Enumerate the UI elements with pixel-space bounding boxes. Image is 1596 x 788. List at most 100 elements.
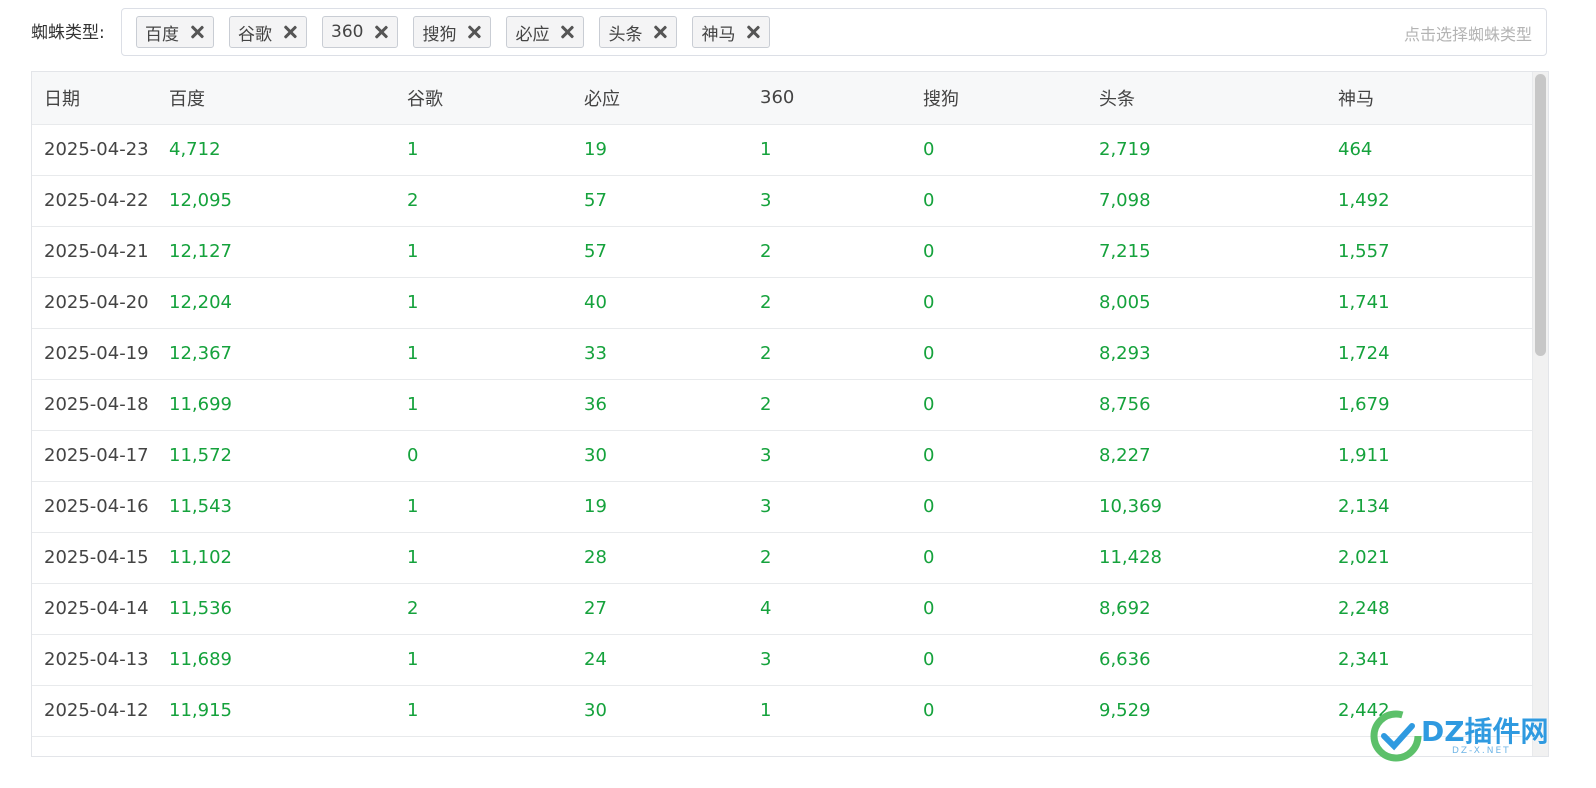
- table-header-row: 日期 百度 谷歌 必应 360 搜狗 头条 神马: [32, 72, 1534, 125]
- count-cell: 2: [748, 328, 911, 380]
- count-cell: 1,679: [1326, 379, 1534, 431]
- count-cell: 28: [572, 532, 748, 584]
- table-row: 2025-04-23 4,712 1 19 1 0 2,719 464: [32, 124, 1534, 176]
- count-cell: 1: [395, 226, 572, 278]
- count-cell: 0: [911, 634, 1087, 686]
- scrollbar[interactable]: [1532, 72, 1548, 756]
- count-cell: 7,215: [1087, 226, 1326, 278]
- close-icon[interactable]: [559, 24, 575, 40]
- count-cell: 1: [395, 328, 572, 380]
- watermark-subtext: DZ-X.NET: [1452, 746, 1511, 756]
- close-icon[interactable]: [282, 24, 298, 40]
- count-cell: 0: [911, 226, 1087, 278]
- count-cell: 10,369: [1087, 481, 1326, 533]
- count-cell: 6,636: [1087, 634, 1326, 686]
- table-row: 2025-04-14 11,536 2 27 4 0 8,692 2,248: [32, 583, 1534, 635]
- watermark-logo-icon: [1370, 710, 1422, 762]
- count-cell: 1: [395, 124, 572, 176]
- count-cell: 11,536: [157, 583, 395, 635]
- table-body: 2025-04-23 4,712 1 19 1 0 2,719 464 2025-04-22 12…: [32, 124, 1534, 737]
- count-cell: 11,543: [157, 481, 395, 533]
- count-cell: 57: [572, 226, 748, 278]
- scrollbar-thumb[interactable]: [1535, 74, 1546, 356]
- count-cell: 0: [395, 430, 572, 482]
- date-cell: 2025-04-20: [32, 277, 157, 329]
- table-row: 2025-04-12 11,915 1 30 1 0 9,529 2,442: [32, 685, 1534, 737]
- count-cell: 2: [748, 532, 911, 584]
- count-cell: 40: [572, 277, 748, 329]
- column-header: 谷歌: [395, 72, 572, 125]
- count-cell: 11,572: [157, 430, 395, 482]
- count-cell: 12,127: [157, 226, 395, 278]
- tag-label: 搜狗: [422, 24, 457, 45]
- count-cell: 8,756: [1087, 379, 1326, 431]
- count-cell: 12,095: [157, 175, 395, 227]
- date-cell: 2025-04-16: [32, 481, 157, 533]
- close-icon[interactable]: [466, 24, 482, 40]
- table-row: 2025-04-22 12,095 2 57 3 0 7,098 1,492: [32, 175, 1534, 227]
- watermark-text: DZ插件网: [1421, 715, 1549, 748]
- count-cell: 1,492: [1326, 175, 1534, 227]
- count-cell: 12,367: [157, 328, 395, 380]
- spider-stats-table: 日期 百度 谷歌 必应 360 搜狗 头条 神马 2025-04-23 4,712 1 19 1 0 2,…: [31, 71, 1549, 757]
- close-icon[interactable]: [373, 24, 389, 40]
- count-cell: 11,102: [157, 532, 395, 584]
- close-icon[interactable]: [745, 24, 761, 40]
- table-row: 2025-04-16 11,543 1 19 3 0 10,369 2,134: [32, 481, 1534, 533]
- count-cell: 11,915: [157, 685, 395, 737]
- count-cell: 3: [748, 634, 911, 686]
- table-row: 2025-04-19 12,367 1 33 2 0 8,293 1,724: [32, 328, 1534, 380]
- date-cell: 2025-04-23: [32, 124, 157, 176]
- close-icon[interactable]: [189, 24, 205, 40]
- tag-bing: 必应: [506, 16, 585, 48]
- column-header: 日期: [32, 72, 157, 125]
- count-cell: 3: [748, 430, 911, 482]
- date-cell: 2025-04-21: [32, 226, 157, 278]
- count-cell: 2,341: [1326, 634, 1534, 686]
- select-placeholder: 点击选择蜘蛛类型: [1403, 25, 1532, 44]
- count-cell: 1,724: [1326, 328, 1534, 380]
- count-cell: 0: [911, 328, 1087, 380]
- count-cell: 2: [748, 226, 911, 278]
- tag-toutiao: 头条: [599, 16, 678, 48]
- tag-shenma: 神马: [692, 16, 771, 48]
- count-cell: 1: [748, 685, 911, 737]
- tag-label: 必应: [515, 24, 550, 45]
- close-icon[interactable]: [652, 24, 668, 40]
- watermark: DZ插件网 DZ-X.NET: [1366, 704, 1556, 774]
- date-cell: 2025-04-15: [32, 532, 157, 584]
- date-cell: 2025-04-22: [32, 175, 157, 227]
- count-cell: 3: [748, 175, 911, 227]
- count-cell: 1: [395, 634, 572, 686]
- date-cell: 2025-04-12: [32, 685, 157, 737]
- count-cell: 1,911: [1326, 430, 1534, 482]
- count-cell: 11,428: [1087, 532, 1326, 584]
- count-cell: 1: [395, 685, 572, 737]
- column-header: 360: [748, 72, 911, 125]
- count-cell: 27: [572, 583, 748, 635]
- table-row: 2025-04-18 11,699 1 36 2 0 8,756 1,679: [32, 379, 1534, 431]
- column-header: 头条: [1087, 72, 1326, 125]
- table-row: 2025-04-15 11,102 1 28 2 0 11,428 2,021: [32, 532, 1534, 584]
- count-cell: 3: [748, 481, 911, 533]
- table-row: 2025-04-21 12,127 1 57 2 0 7,215 1,557: [32, 226, 1534, 278]
- count-cell: 12,204: [157, 277, 395, 329]
- tag-sogou: 搜狗: [413, 16, 492, 48]
- count-cell: 57: [572, 175, 748, 227]
- count-cell: 1: [395, 481, 572, 533]
- date-cell: 2025-04-14: [32, 583, 157, 635]
- count-cell: 2,134: [1326, 481, 1534, 533]
- count-cell: 1,741: [1326, 277, 1534, 329]
- spider-type-select[interactable]: 百度 谷歌 360 搜狗 必应 头条 神马 点击选择蜘蛛类型: [121, 8, 1547, 56]
- count-cell: 0: [911, 277, 1087, 329]
- count-cell: 1: [748, 124, 911, 176]
- count-cell: 2,021: [1326, 532, 1534, 584]
- count-cell: 0: [911, 583, 1087, 635]
- count-cell: 19: [572, 481, 748, 533]
- count-cell: 11,699: [157, 379, 395, 431]
- count-cell: 30: [572, 430, 748, 482]
- count-cell: 4: [748, 583, 911, 635]
- count-cell: 2: [748, 277, 911, 329]
- count-cell: 8,227: [1087, 430, 1326, 482]
- date-cell: 2025-04-13: [32, 634, 157, 686]
